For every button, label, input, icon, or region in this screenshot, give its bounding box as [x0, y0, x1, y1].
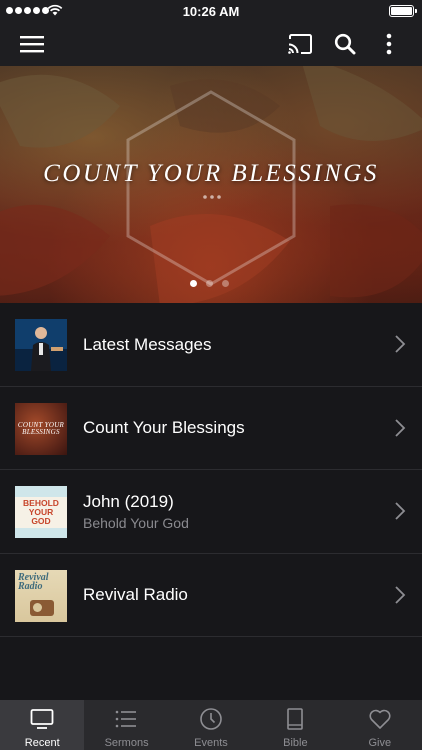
search-button[interactable] [330, 29, 360, 59]
book-icon [287, 708, 303, 730]
list-icon [116, 710, 137, 728]
list-item-revival-radio[interactable]: Revival Radio Revival Radio [0, 554, 422, 637]
tab-bar: Recent Sermons Events Bible Give [0, 700, 422, 750]
count-your-blessings-thumbnail: COUNT YOUR BLESSINGS [15, 402, 67, 455]
tab-label: Sermons [104, 737, 149, 749]
chevron-right-icon [395, 585, 406, 604]
hamburger-menu-icon [20, 36, 44, 53]
more-vertical-icon [386, 33, 392, 55]
list-item-title: John (2019) [83, 492, 174, 511]
page-dot [222, 280, 229, 287]
tab-label: Give [368, 737, 392, 749]
tv-icon [30, 709, 54, 729]
clock-icon [199, 708, 222, 730]
page-dot [206, 280, 213, 287]
navigation-bar [0, 22, 422, 66]
tab-label: Recent [24, 737, 60, 749]
tab-give[interactable]: Give [338, 700, 422, 750]
radio-icon [30, 599, 54, 616]
status-bar: 10:26 AM [0, 0, 422, 22]
list-item-latest-messages[interactable]: Latest Messages [0, 303, 422, 387]
cast-button[interactable] [285, 29, 315, 59]
chevron-right-icon [395, 418, 406, 437]
heart-icon [369, 709, 391, 729]
series-list: Latest Messages COUNT YOUR BLESSINGS Cou… [0, 303, 422, 637]
revival-radio-thumbnail: Revival Radio [15, 569, 67, 622]
more-options-button[interactable] [374, 29, 404, 59]
featured-banner[interactable]: COUNT YOUR BLESSINGS [0, 66, 422, 303]
tab-sermons[interactable]: Sermons [84, 700, 168, 750]
page-dot-active [190, 280, 197, 287]
list-item-title: Latest Messages [83, 334, 212, 354]
tab-label: Events [194, 737, 228, 749]
thumbnail-text: BEHOLD YOUR GOD [15, 496, 67, 528]
status-time: 10:26 AM [182, 4, 240, 19]
carousel-page-indicator[interactable] [190, 280, 229, 287]
tab-events[interactable]: Events [169, 700, 253, 750]
tab-bible[interactable]: Bible [253, 700, 337, 750]
behold-your-god-thumbnail: BEHOLD YOUR GOD [15, 486, 67, 538]
thumbnail-text: Revival Radio [18, 571, 49, 592]
tab-recent[interactable]: Recent [0, 700, 85, 750]
battery-icon [389, 5, 417, 17]
list-item-title: Revival Radio [83, 585, 188, 604]
chevron-right-icon [395, 335, 406, 353]
list-item-count-your-blessings[interactable]: COUNT YOUR BLESSINGS Count Your Blessing… [0, 387, 422, 470]
chevron-right-icon [395, 502, 406, 520]
thumbnail-text: COUNT YOUR BLESSINGS [17, 420, 65, 436]
list-item-subtitle: Behold Your God [83, 515, 189, 531]
banner-title: COUNT YOUR BLESSINGS [43, 160, 379, 187]
cast-icon [288, 34, 312, 54]
search-icon [334, 33, 356, 55]
latest-messages-thumbnail [15, 319, 67, 371]
list-item-title: Count Your Blessings [83, 418, 245, 437]
list-item-john-2019[interactable]: BEHOLD YOUR GOD John (2019) Behold Your … [0, 470, 422, 554]
tab-label: Bible [283, 737, 308, 749]
menu-button[interactable] [17, 29, 47, 59]
